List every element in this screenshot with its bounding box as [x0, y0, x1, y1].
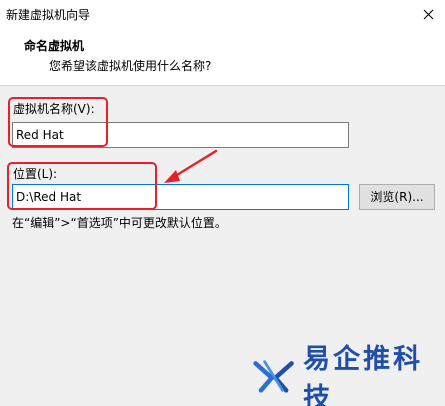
new-vm-wizard-dialog: 新建虚拟机向导 命名虚拟机 您希望该虚拟机使用什么名称? 虚拟机名称(V): R…: [0, 0, 445, 406]
default-location-hint: 在“编辑”>“首选项”中可更改默认位置。: [12, 216, 227, 230]
page-title: 命名虚拟机: [24, 39, 85, 53]
close-button[interactable]: [415, 2, 441, 26]
close-icon: [423, 9, 433, 19]
window-title: 新建虚拟机向导: [6, 8, 91, 22]
wizard-header: 命名虚拟机 您希望该虚拟机使用什么名称?: [0, 30, 445, 86]
x-logo-icon: [253, 360, 294, 393]
page-subtitle: 您希望该虚拟机使用什么名称?: [49, 59, 212, 73]
location-highlight-box: [7, 162, 157, 210]
red-arrow-icon: [164, 149, 218, 183]
browse-button[interactable]: 浏览(R)...: [359, 184, 435, 210]
watermark: 易企推科技: [252, 344, 438, 406]
name-highlight-box: [8, 97, 108, 147]
watermark-text: 易企推科技: [303, 344, 424, 406]
title-bar: 新建虚拟机向导: [0, 0, 445, 30]
